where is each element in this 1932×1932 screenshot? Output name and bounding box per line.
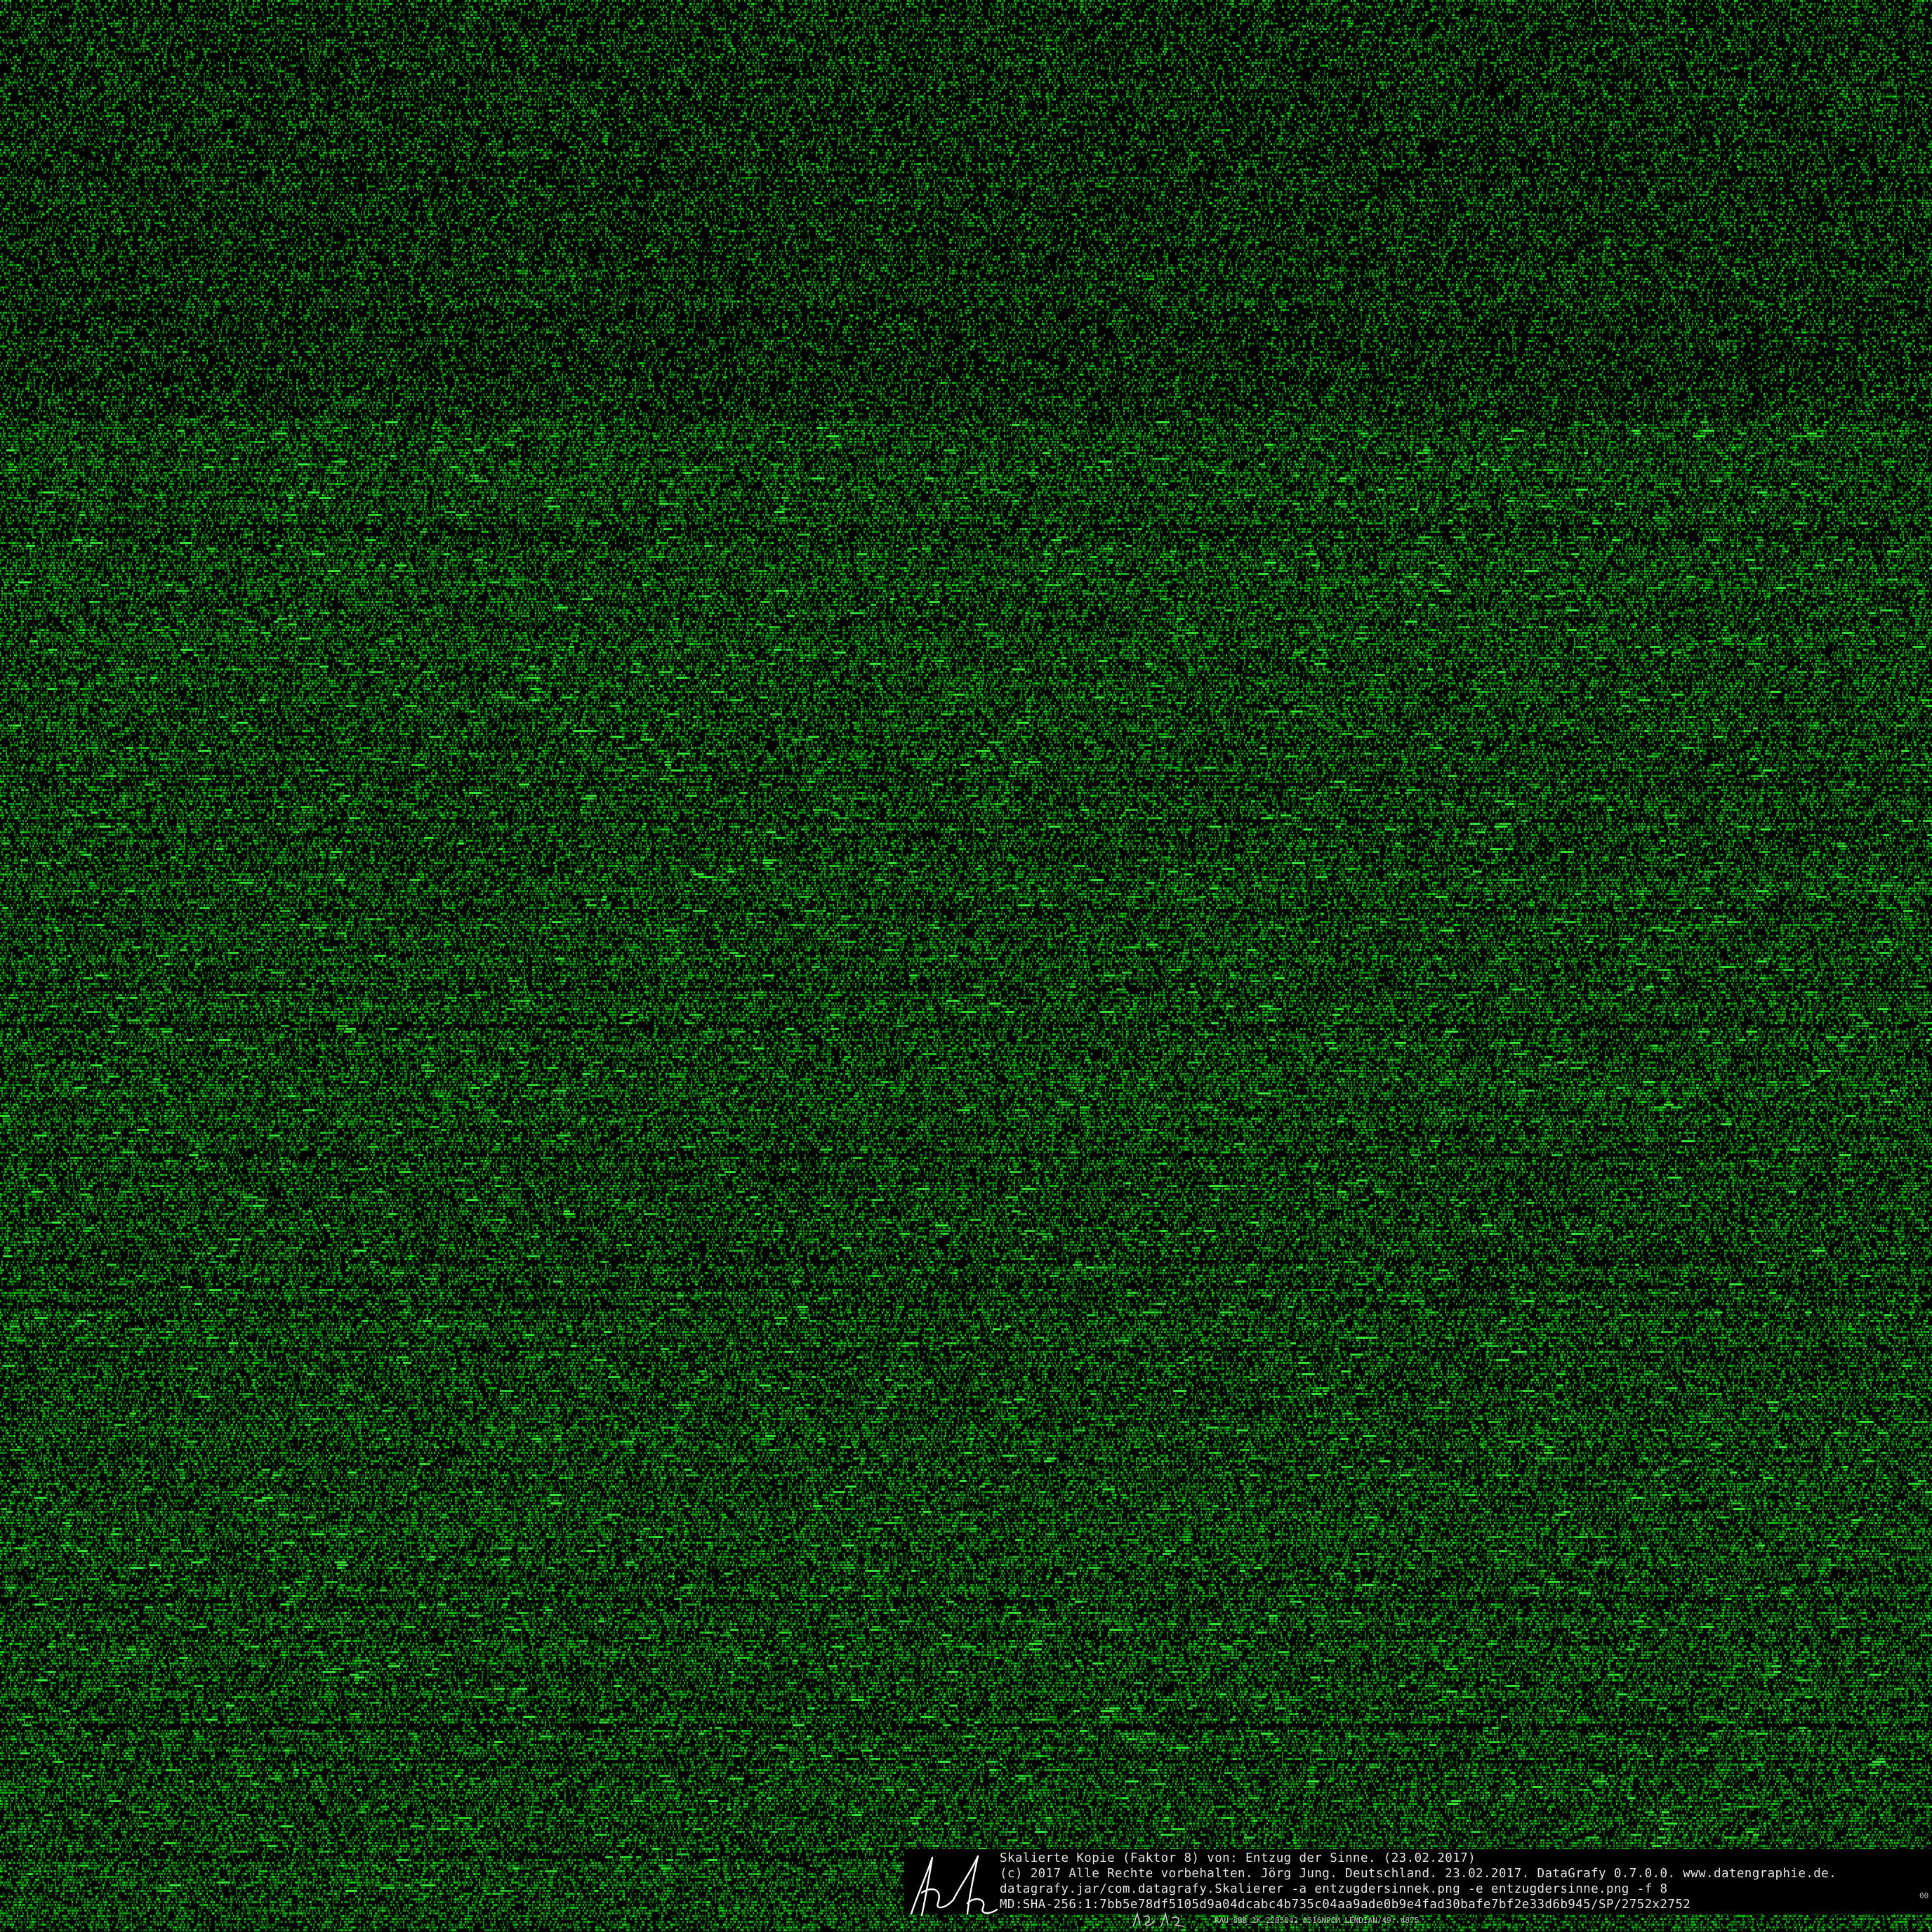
footer-metadata-text: RAU_8BB_2K_2205042_0516NPCM_LENDIAN/49: … <box>1215 1916 1420 1925</box>
caption-line-hash: MD:SHA-256:1:7bb5e78df5105d9a04dcabc4b73… <box>1000 1898 1691 1912</box>
caption-line-title: Skalierte Kopie (Faktor 8) von: Entzug d… <box>1000 1851 1476 1865</box>
signature-icon <box>910 1855 998 1917</box>
caption-line-command: datagrafy.jar/com.datagrafy.Skalierer -a… <box>1000 1882 1668 1896</box>
side-code-text: 00 <box>1919 1891 1929 1900</box>
caption-text-block: Skalierte Kopie (Faktor 8) von: Entzug d… <box>1000 1851 1931 1912</box>
green-noise-texture <box>0 0 1932 1932</box>
caption-line-copyright: (c) 2017 Alle Rechte vorbehalten. Jörg J… <box>1000 1867 1837 1881</box>
small-signature-icon <box>1132 1912 1184 1927</box>
artwork-canvas: Skalierte Kopie (Faktor 8) von: Entzug d… <box>0 0 1932 1932</box>
